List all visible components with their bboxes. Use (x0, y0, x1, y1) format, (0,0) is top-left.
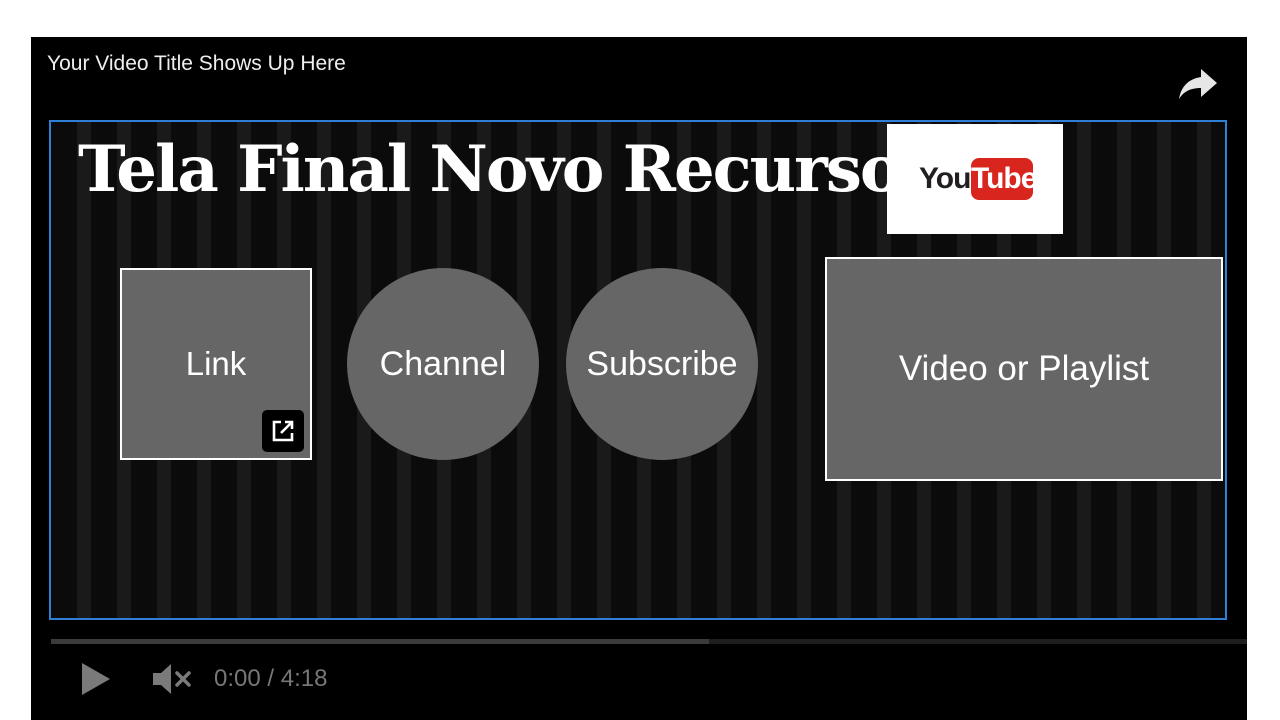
progress-bar-fill (51, 639, 709, 644)
promo-title: Tela Final Novo Recurso (78, 132, 903, 207)
external-link-icon (262, 410, 304, 452)
video-playlist-element[interactable]: Video or Playlist (825, 257, 1223, 481)
video-player[interactable]: Your Video Title Shows Up Here Tela Fina… (31, 37, 1247, 720)
subscribe-element[interactable]: Subscribe (566, 268, 758, 460)
subscribe-element-label: Subscribe (586, 344, 738, 383)
link-element[interactable]: Link (120, 268, 312, 460)
video-playlist-element-label: Video or Playlist (898, 349, 1150, 388)
volume-muted-icon (153, 664, 191, 694)
play-icon (82, 663, 110, 695)
share-icon[interactable] (1175, 61, 1221, 107)
link-element-label: Link (185, 345, 247, 382)
video-title[interactable]: Your Video Title Shows Up Here (47, 52, 346, 76)
time-display: 0:00 / 4:18 (214, 665, 328, 692)
play-button[interactable] (79, 659, 115, 699)
channel-element[interactable]: Channel (347, 268, 539, 460)
progress-bar[interactable] (51, 639, 1247, 644)
channel-element-label: Channel (379, 344, 507, 383)
mute-button[interactable] (151, 661, 193, 697)
youtube-logo: You Tube (887, 124, 1063, 234)
youtube-logo-you: You (919, 162, 971, 195)
youtube-logo-tube: Tube (971, 158, 1037, 200)
endscreen-area: Tela Final Novo Recurso You Tube Link Ch… (49, 120, 1227, 620)
